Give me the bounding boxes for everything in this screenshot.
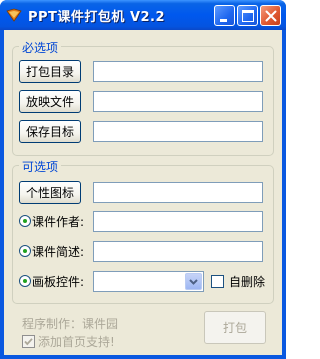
save-target-input[interactable] [93,121,263,142]
slideshow-file-button[interactable]: 放映文件 [19,90,81,113]
maximize-icon [242,10,254,22]
ppt-app-icon [6,8,22,22]
author-label: 课件作者: [32,215,85,229]
pack-button[interactable]: 打包 [204,311,266,344]
package-dir-input[interactable] [93,61,263,82]
author-radio-icon[interactable] [19,215,31,227]
optional-group: 可选项 个性图标 课件作者: 课件简述: 画板控件: 自删除 [12,158,274,304]
custom-icon-input[interactable] [93,182,263,203]
save-target-button[interactable]: 保存目标 [19,120,81,143]
checkmark-icon [24,338,33,346]
author-input[interactable] [93,211,263,232]
package-dir-button[interactable]: 打包目录 [19,60,81,83]
add-homepage-label: 添加首页支持! [38,335,115,349]
required-group-title: 必选项 [19,39,62,56]
slideshow-file-input[interactable] [93,91,263,112]
description-label: 课件简述: [32,245,85,259]
auto-delete-label: 自删除 [229,275,266,289]
drawing-board-select[interactable] [93,271,204,292]
description-radio-icon[interactable] [19,245,31,257]
minimize-button[interactable] [214,5,235,26]
description-input[interactable] [93,241,263,262]
chevron-down-icon [189,279,198,285]
auto-delete-checkbox[interactable] [211,275,224,288]
drawing-board-label: 画板控件: [32,275,85,289]
maximize-button[interactable] [237,5,258,26]
close-button[interactable] [260,5,281,26]
drawing-board-radio-icon[interactable] [19,275,31,287]
window-title: PPT课件打包机 V2.2 [28,10,166,25]
dropdown-button[interactable] [185,273,202,290]
app-window: PPT课件打包机 V2.2 必选项 打包目录 放映文件 保存目标 可选项 个性图… [0,0,286,359]
dialog-body: 必选项 打包目录 放映文件 保存目标 可选项 个性图标 课件作者: 课件简述: … [4,30,282,355]
required-group: 必选项 打包目录 放映文件 保存目标 [12,39,274,156]
title-bar[interactable]: PPT课件打包机 V2.2 [0,0,286,30]
close-icon [265,10,277,22]
credit-text: 程序制作：课件园 [22,317,119,331]
optional-group-title: 可选项 [19,158,62,175]
custom-icon-button[interactable]: 个性图标 [19,181,81,204]
minimize-icon [220,19,227,22]
add-homepage-checkbox[interactable] [22,335,35,348]
